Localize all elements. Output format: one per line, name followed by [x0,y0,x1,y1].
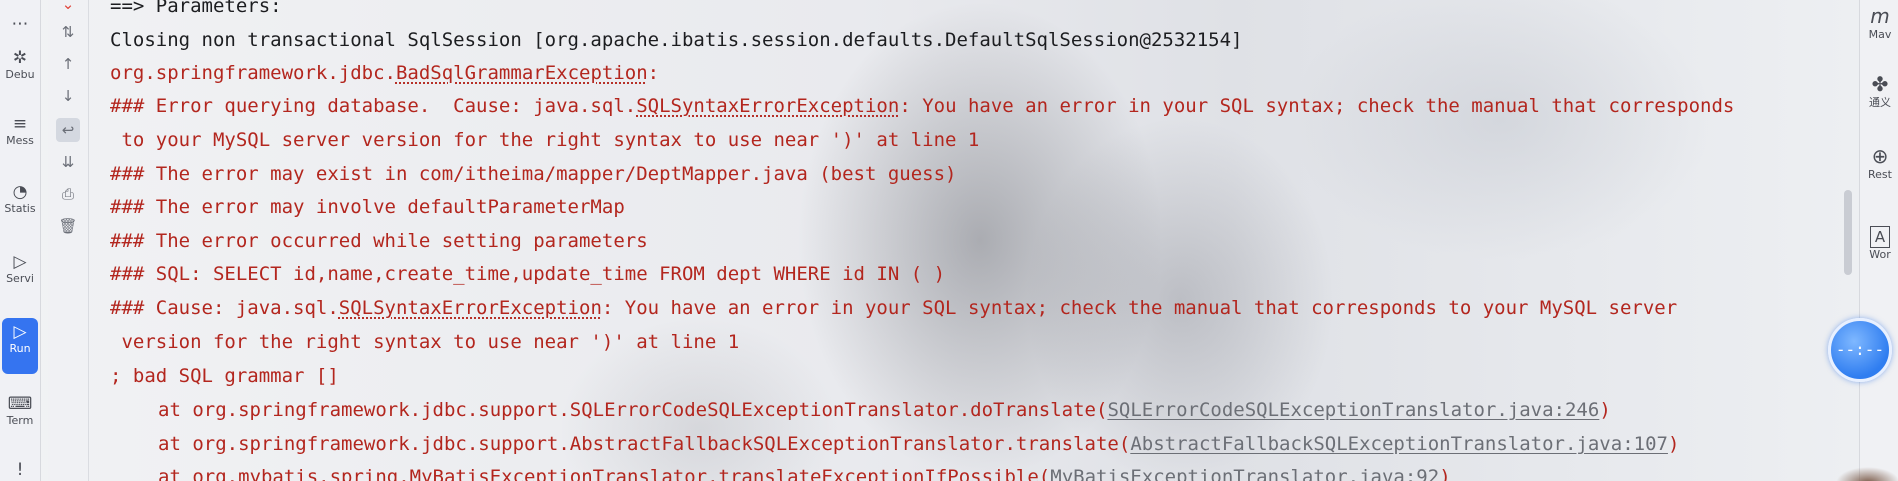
play-circle-icon: ▷ [13,252,27,272]
line-text: at org.springframework.jdbc.support.Abst… [158,433,1131,455]
scroll-to-end-button[interactable]: ⇊ [56,150,80,174]
ellipsis-icon: ⋯ [11,14,29,34]
collapse-button[interactable]: ⌄ [56,0,80,16]
console-line: ### The error may exist in com/itheima/m… [110,163,957,185]
messages-tool-label: Mess [6,134,34,147]
stack-trace-line: at org.springframework.jdbc.support.SQLE… [110,398,1611,422]
print-button[interactable]: ⎙ [56,182,80,206]
rest-tool-button[interactable]: ⊕ Rest [1862,144,1898,181]
problems-tool-button[interactable]: ! [0,460,40,480]
console-scrollbar[interactable] [1844,190,1852,275]
run-tool-label: Run [9,342,31,355]
soft-wrap-toggle[interactable]: ↩ [56,118,80,142]
next-occurrence-button[interactable]: ↓ [56,84,80,108]
source-link[interactable]: AbstractFallbackSQLExceptionTranslator.j… [1130,433,1668,455]
arrow-down-icon: ↓ [61,87,75,105]
line-text: at org.springframework.jdbc.support.SQLE… [158,399,1108,421]
line-text: org.springframework.jdbc. [110,62,396,84]
terminal-icon: ⌨ [7,394,33,414]
statistics-tool-label: Statis [4,202,36,215]
stack-trace-line: at org.springframework.jdbc.support.Abst… [110,432,1679,456]
line-text: : You have an error in your SQL syntax; … [601,297,1678,319]
run-tool-button[interactable]: ▷ Run [2,318,38,374]
exception-class-link[interactable]: SQLSyntaxErrorException [339,297,602,319]
soft-wrap-icon: ↩ [61,121,75,139]
word-book-icon: A [1870,226,1890,248]
word-tool-button[interactable]: A Wor [1862,226,1898,261]
console-line: ; bad SQL grammar [] [110,365,339,387]
chevron-down-icon: ⌄ [61,0,75,13]
rest-tool-label: Rest [1868,168,1892,181]
globe-icon: ⊕ [1871,144,1889,168]
more-tools-button[interactable]: ⋯ [0,14,40,34]
console-line: ### SQL: SELECT id,name,create_time,upda… [110,263,946,285]
console-output[interactable]: ==> Parameters: Closing non transactiona… [98,0,1858,481]
pie-chart-icon: ◔ [12,182,28,202]
terminal-tool-label: Term [6,414,34,427]
terminal-tool-button[interactable]: ⌨ Term [0,394,40,427]
source-link[interactable]: MyBatisExceptionTranslator.java:92 [1050,466,1439,481]
word-tool-label: Wor [1869,248,1891,261]
list-icon: ≡ [12,114,28,134]
scroll-to-end-icon: ⇊ [61,153,75,171]
right-tool-window-bar: m Mav ✤ 通义 ⊕ Rest A Wor [1859,0,1898,481]
tongyi-icon: ✤ [1871,72,1889,96]
line-text: at org.mybatis.spring.MyBatisExceptionTr… [158,466,1051,481]
alert-icon: ! [16,460,24,480]
source-link[interactable]: SQLErrorCodeSQLExceptionTranslator.java:… [1107,399,1599,421]
previous-occurrence-button[interactable]: ↑ [56,52,80,76]
exception-class-link[interactable]: BadSqlGrammarException [396,62,648,84]
arrow-up-icon: ↑ [61,55,75,73]
services-tool-button[interactable]: ▷ Servi [0,252,40,285]
console-action-toolbar: ⌄ ⇅ ↑ ↓ ↩ ⇊ ⎙ 🗑 [48,0,89,481]
line-text: : [647,62,660,84]
clear-all-button[interactable]: 🗑 [56,214,80,238]
print-icon: ⎙ [61,185,74,203]
console-line: Closing non transactional SqlSession [or… [110,29,1243,51]
line-text: : You have an error in your SQL syntax; … [899,95,1735,117]
sort-icon: ⇅ [61,23,75,41]
line-text: ) [1599,399,1611,421]
line-text: ### Cause: java.sql. [110,297,339,319]
console-line: ### Error querying database. Cause: java… [110,94,1734,118]
maven-tool-label: Mav [1868,28,1892,41]
mascot-decoration [1818,459,1898,481]
line-text: ) [1667,433,1680,455]
console-line: version for the right syntax to use near… [110,331,740,353]
debug-tool-label: Debu [5,68,35,81]
messages-tool-button[interactable]: ≡ Mess [0,114,40,147]
console-line: ### The error occurred while setting par… [110,230,648,252]
bug-icon: ✲ [12,48,28,68]
debug-tool-button[interactable]: ✲ Debu [0,48,40,81]
line-text: ### Error querying database. Cause: java… [110,95,637,117]
line-text: ) [1439,466,1451,481]
floating-assistant-button[interactable]: --:-- [1828,318,1892,382]
tongyi-tool-button[interactable]: ✤ 通义 [1862,72,1898,109]
exception-class-link[interactable]: SQLSyntaxErrorException [636,95,899,117]
sort-button[interactable]: ⇅ [56,20,80,44]
console-line: ### Cause: java.sql.SQLSyntaxErrorExcept… [110,296,1677,320]
statistics-tool-button[interactable]: ◔ Statis [0,182,40,215]
maven-icon: m [1870,4,1890,28]
stack-trace-line: at org.mybatis.spring.MyBatisExceptionTr… [110,465,1451,481]
trash-icon: 🗑 [58,217,78,235]
console-line: ==> Parameters: [110,0,294,17]
console-line: ### The error may involve defaultParamet… [110,196,625,218]
services-tool-label: Servi [6,272,34,285]
tongyi-tool-label: 通义 [1869,96,1891,109]
console-line: to your MySQL server version for the rig… [110,129,980,151]
maven-tool-button[interactable]: m Mav [1862,4,1898,41]
left-tool-window-bar: ⋯ ✲ Debu ≡ Mess ◔ Statis ▷ Servi ▷ Run ⌨… [0,0,41,481]
run-icon: ▷ [13,322,27,342]
console-line: org.springframework.jdbc.BadSqlGrammarEx… [110,61,659,85]
